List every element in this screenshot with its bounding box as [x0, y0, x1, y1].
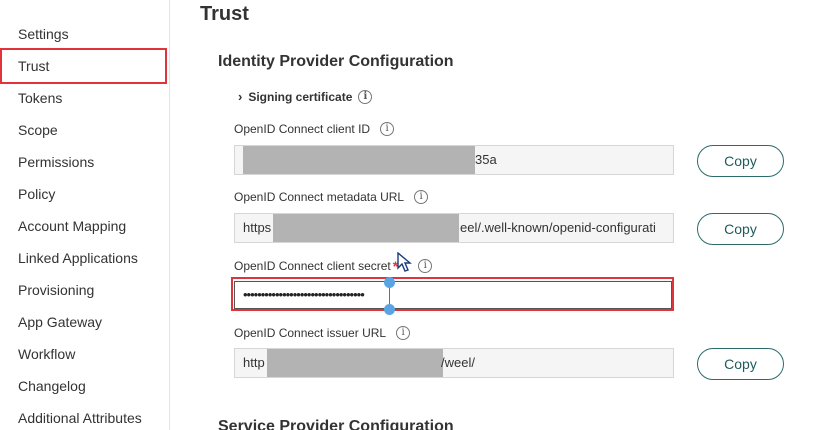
sidebar-item-permissions[interactable]: Permissions: [0, 146, 168, 178]
sidebar-item-label: Workflow: [18, 346, 76, 362]
sidebar-item-label: Account Mapping: [18, 218, 127, 234]
client-secret-input[interactable]: ••••••••••••••••••••••••••••••••••: [234, 281, 672, 309]
info-icon[interactable]: i: [418, 259, 433, 273]
selection-handle-top[interactable]: [384, 277, 395, 288]
sidebar-item-linked-applications[interactable]: Linked Applications: [0, 242, 168, 274]
sidebar-item-label: Tokens: [18, 90, 63, 106]
metadata-url-suffix: eel/.well-known/openid-configurati: [460, 220, 656, 235]
sidebar-item-label: Scope: [18, 122, 58, 138]
sidebar-item-label: Provisioning: [18, 282, 95, 298]
mouse-pointer-icon: [397, 252, 412, 272]
metadata-url-prefix: https: [243, 220, 272, 235]
section-title-identity-provider: Identity Provider Configuration: [218, 53, 454, 70]
sidebar-item-label: Changelog: [18, 378, 86, 394]
selection-handle-bottom[interactable]: [384, 304, 395, 315]
sidebar-item-label: App Gateway: [18, 314, 103, 330]
sidebar-item-additional-attributes[interactable]: Additional Attributes: [0, 402, 168, 430]
sidebar-item-settings[interactable]: Settings: [0, 18, 168, 50]
client-id-field[interactable]: 35a: [234, 145, 674, 175]
info-icon[interactable]: i: [396, 326, 411, 340]
sidebar-item-scope[interactable]: Scope: [0, 114, 168, 146]
copy-client-id-button[interactable]: Copy: [697, 145, 784, 177]
client-secret-label: OpenID Connect client secret: [234, 259, 391, 273]
copy-metadata-url-button[interactable]: Copy: [697, 213, 784, 245]
signing-certificate-label: Signing certificate: [248, 89, 353, 104]
issuer-url-prefix: http: [243, 355, 265, 370]
info-icon[interactable]: i: [358, 89, 373, 104]
info-icon[interactable]: i: [414, 190, 429, 204]
issuer-url-suffix: /weel/: [441, 355, 475, 370]
redacted-block: [267, 349, 443, 377]
sidebar-item-trust[interactable]: Trust: [0, 48, 167, 84]
section-title-service-provider: Service Provider Configuration: [218, 418, 454, 430]
issuer-url-label: OpenID Connect issuer URL: [234, 326, 387, 340]
sidebar-item-workflow[interactable]: Workflow: [0, 338, 168, 370]
issuer-url-label-row: OpenID Connect issuer URL i: [234, 326, 411, 340]
sidebar-item-changelog[interactable]: Changelog: [0, 370, 168, 402]
metadata-url-field[interactable]: https eel/.well-known/openid-configurati: [234, 213, 674, 243]
chevron-right-icon: ›: [238, 89, 243, 104]
redacted-block: [243, 146, 475, 174]
client-id-label-row: OpenID Connect client ID i: [234, 122, 395, 136]
sidebar-item-provisioning[interactable]: Provisioning: [0, 274, 168, 306]
client-id-value: 35a: [475, 152, 497, 167]
metadata-url-label: OpenID Connect metadata URL: [234, 190, 405, 204]
sidebar-item-account-mapping[interactable]: Account Mapping: [0, 210, 168, 242]
sidebar-item-label: Additional Attributes: [18, 410, 142, 426]
metadata-url-label-row: OpenID Connect metadata URL i: [234, 190, 429, 204]
issuer-url-field[interactable]: http /weel/: [234, 348, 674, 378]
sidebar-item-app-gateway[interactable]: App Gateway: [0, 306, 168, 338]
sidebar-nav: Settings Trust Tokens Scope Permissions …: [0, 0, 170, 430]
signing-certificate-toggle[interactable]: › Signing certificate i: [238, 89, 373, 104]
sidebar-item-label: Settings: [18, 26, 69, 42]
sidebar-item-label: Policy: [18, 186, 56, 202]
sidebar-item-policy[interactable]: Policy: [0, 178, 168, 210]
redacted-block: [273, 214, 459, 242]
sidebar-item-label: Trust: [18, 58, 50, 74]
client-id-label: OpenID Connect client ID: [234, 122, 371, 136]
sidebar-item-tokens[interactable]: Tokens: [0, 82, 168, 114]
copy-issuer-url-button[interactable]: Copy: [697, 348, 784, 380]
page-title: Trust: [200, 3, 249, 25]
sidebar-item-label: Permissions: [18, 154, 95, 170]
sidebar-item-label: Linked Applications: [18, 250, 138, 266]
info-icon[interactable]: i: [380, 122, 395, 136]
